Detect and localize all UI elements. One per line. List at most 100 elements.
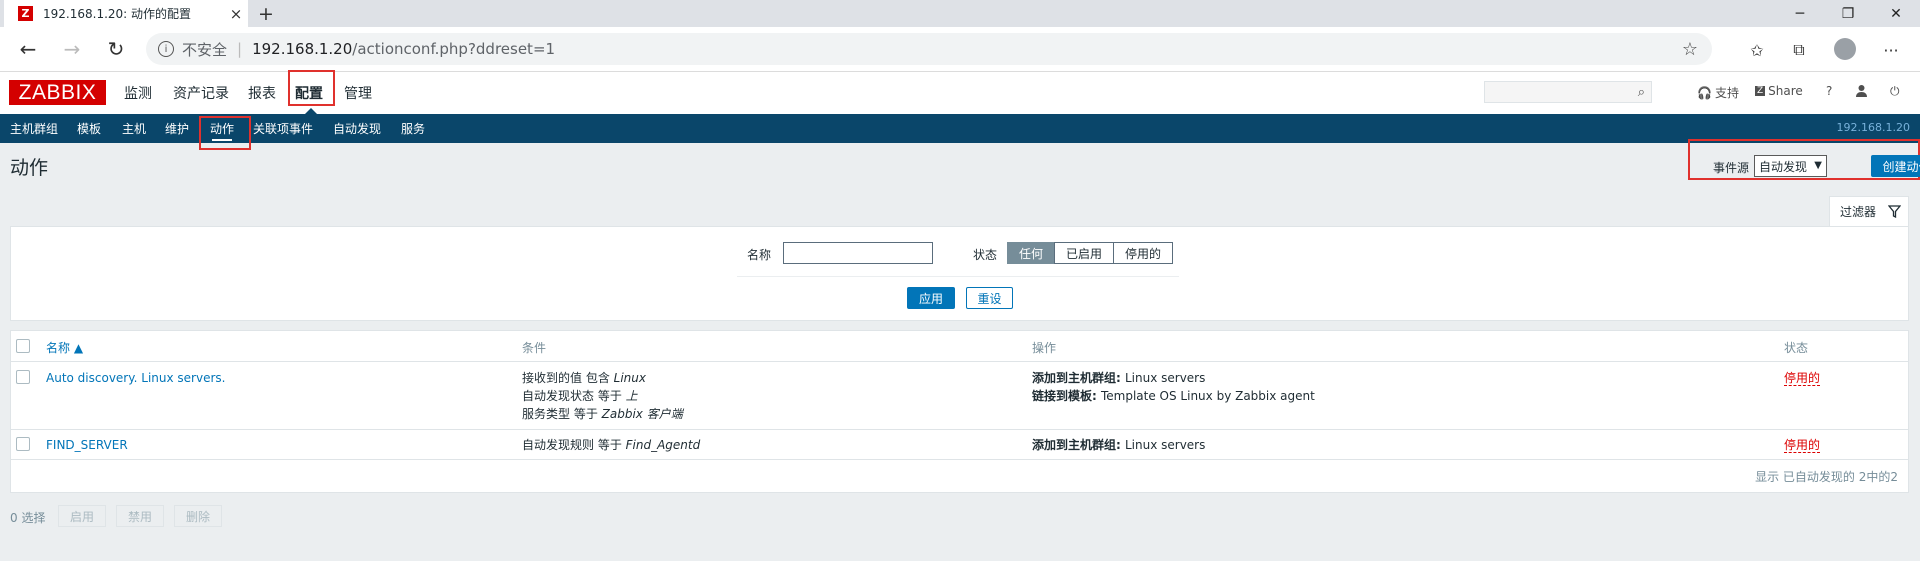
condition-line: 自动发现规则 等于 Find_Agentd xyxy=(522,436,700,454)
condition-value: 上 xyxy=(625,389,638,403)
column-header-operations: 操作 xyxy=(1032,341,1057,355)
mass-disable-button[interactable]: 禁用 xyxy=(116,505,164,527)
filter-name-input[interactable] xyxy=(783,242,933,264)
filter-tab[interactable]: 过滤器 xyxy=(1829,196,1909,226)
browser-address-bar: ← → ↻ i 不安全 | 192.168.1.20/actionconf.ph… xyxy=(0,27,1920,72)
event-source-select[interactable]: 自动发现 ▼ xyxy=(1754,155,1827,177)
condition-value: Zabbix 客户端 xyxy=(601,407,683,421)
search-input[interactable]: ⌕ xyxy=(1484,81,1652,103)
window-close-icon[interactable]: ✕ xyxy=(1872,0,1920,27)
menu-monitoring[interactable]: 监测 xyxy=(124,80,152,106)
condition-line: 自动发现状态 等于 上 xyxy=(522,387,683,405)
operations-cell: 添加到主机群组: Linux servers xyxy=(1032,436,1205,454)
url-separator: | xyxy=(237,40,243,58)
operation-target: Linux servers xyxy=(1124,438,1206,452)
submenu-maintenance[interactable]: 维护 xyxy=(165,120,189,137)
select-all-checkbox[interactable] xyxy=(16,339,30,353)
status-toggle-link[interactable]: 停用的 xyxy=(1784,439,1821,453)
url-path: /actionconf.php?ddreset=1 xyxy=(352,40,556,58)
event-source-label: 事件源 xyxy=(1713,161,1750,175)
filter-tab-label: 过滤器 xyxy=(1840,205,1877,219)
favorites-icon[interactable]: ✩ xyxy=(1746,39,1768,61)
condition-text: 自动发现规则 等于 xyxy=(522,438,626,452)
apply-button[interactable]: 应用 xyxy=(907,287,955,309)
submenu-services[interactable]: 服务 xyxy=(401,120,425,137)
row-checkbox[interactable] xyxy=(16,370,30,384)
filter-icon xyxy=(1888,205,1902,218)
info-icon[interactable]: i xyxy=(158,41,174,57)
menu-inventory[interactable]: 资产记录 xyxy=(173,80,229,106)
submenu-event-correlation[interactable]: 关联项事件 xyxy=(253,120,313,137)
actions-table xyxy=(10,330,1909,493)
mass-delete-button[interactable]: 删除 xyxy=(174,505,222,527)
bookmark-star-icon[interactable]: ☆ xyxy=(1682,39,1698,60)
operation-type: 添加到主机群组: xyxy=(1032,371,1125,385)
submenu-host-groups[interactable]: 主机群组 xyxy=(10,120,58,137)
column-header-name[interactable]: 名称 ▲ xyxy=(46,339,83,356)
status-option-any[interactable]: 任何 xyxy=(1007,242,1055,264)
submenu-hosts[interactable]: 主机 xyxy=(122,120,146,137)
help-icon[interactable]: ? xyxy=(1826,84,1832,98)
condition-text: 服务类型 等于 xyxy=(522,407,602,421)
table-row-divider xyxy=(11,459,1908,460)
event-source-value: 自动发现 xyxy=(1759,159,1808,174)
table-row-divider xyxy=(11,429,1908,430)
insecure-label: 不安全 xyxy=(182,40,228,59)
user-profile-icon[interactable] xyxy=(1855,84,1868,97)
create-action-button[interactable]: 创建动作 xyxy=(1871,155,1920,177)
filter-panel xyxy=(10,226,1909,321)
status-toggle-link[interactable]: 停用的 xyxy=(1784,372,1821,386)
support-link[interactable]: 🎧 支持 xyxy=(1697,84,1739,101)
conditions-cell: 自动发现规则 等于 Find_Agentd xyxy=(522,436,700,454)
menu-reports[interactable]: 报表 xyxy=(248,80,276,106)
profile-avatar[interactable] xyxy=(1834,38,1856,60)
reset-button[interactable]: 重设 xyxy=(966,287,1013,309)
operation-target: Template OS Linux by Zabbix agent xyxy=(1100,389,1315,403)
share-link[interactable]: Z Share xyxy=(1755,84,1803,98)
highlight-box-actions xyxy=(199,116,251,150)
url-host: 192.168.1.20 xyxy=(252,40,353,58)
action-name-link[interactable]: FIND_SERVER xyxy=(46,438,128,452)
operation-type: 添加到主机群组: xyxy=(1032,438,1125,452)
table-paging-info: 显示 已自动发现的 2中的2 xyxy=(1755,470,1898,484)
condition-text: 自动发现状态 等于 xyxy=(522,389,626,403)
new-tab-icon[interactable]: + xyxy=(252,0,280,27)
status-option-disabled[interactable]: 停用的 xyxy=(1113,242,1173,264)
action-name-link[interactable]: Auto discovery. Linux servers. xyxy=(46,371,225,385)
zabbix-logo[interactable]: ZABBIX xyxy=(9,80,106,105)
condition-value: Linux xyxy=(613,371,646,385)
forward-icon[interactable]: → xyxy=(56,33,88,65)
condition-value: Find_Agentd xyxy=(625,438,701,452)
search-icon[interactable]: ⌕ xyxy=(1638,85,1645,100)
sign-out-icon[interactable]: ⏻ xyxy=(1890,84,1900,99)
support-label: 支持 xyxy=(1714,86,1739,100)
mass-enable-button[interactable]: 启用 xyxy=(58,505,106,527)
table-header-divider xyxy=(11,361,1908,362)
status-option-enabled[interactable]: 已启用 xyxy=(1054,242,1114,264)
operation-line: 添加到主机群组: Linux servers xyxy=(1032,369,1315,387)
page-title: 动作 xyxy=(10,157,49,179)
share-label: Share xyxy=(1768,84,1803,98)
reload-icon[interactable]: ↻ xyxy=(100,33,132,65)
restore-icon[interactable]: ❐ xyxy=(1824,0,1872,27)
submenu-discovery[interactable]: 自动发现 xyxy=(333,120,381,137)
row-checkbox[interactable] xyxy=(16,437,30,451)
tab-title: 192.168.1.20: 动作的配置 xyxy=(43,7,192,21)
condition-line: 服务类型 等于 Zabbix 客户端 xyxy=(522,405,683,423)
zabbix-share-icon: Z xyxy=(1755,86,1766,96)
filter-status-label: 状态 xyxy=(973,248,998,262)
url-field[interactable]: i 不安全 | 192.168.1.20/actionconf.php?ddre… xyxy=(146,33,1712,65)
operation-target: Linux servers xyxy=(1124,371,1206,385)
close-icon[interactable]: × xyxy=(224,5,248,23)
menu-administration[interactable]: 管理 xyxy=(344,80,372,106)
more-menu-icon[interactable]: ··· xyxy=(1880,39,1902,61)
conditions-cell: 接收到的值 包含 Linux 自动发现状态 等于 上 服务类型 等于 Zabbi… xyxy=(522,369,683,423)
collections-icon[interactable]: ⧉ xyxy=(1788,39,1810,61)
minimize-icon[interactable]: ─ xyxy=(1776,0,1824,27)
back-icon[interactable]: ← xyxy=(12,33,44,65)
condition-line: 接收到的值 包含 Linux xyxy=(522,369,683,387)
submenu-templates[interactable]: 模板 xyxy=(77,120,101,137)
filter-divider xyxy=(737,276,1179,277)
browser-tab[interactable]: Z 192.168.1.20: 动作的配置 × xyxy=(4,0,248,27)
operations-cell: 添加到主机群组: Linux servers 链接到模板: Template O… xyxy=(1032,369,1315,405)
